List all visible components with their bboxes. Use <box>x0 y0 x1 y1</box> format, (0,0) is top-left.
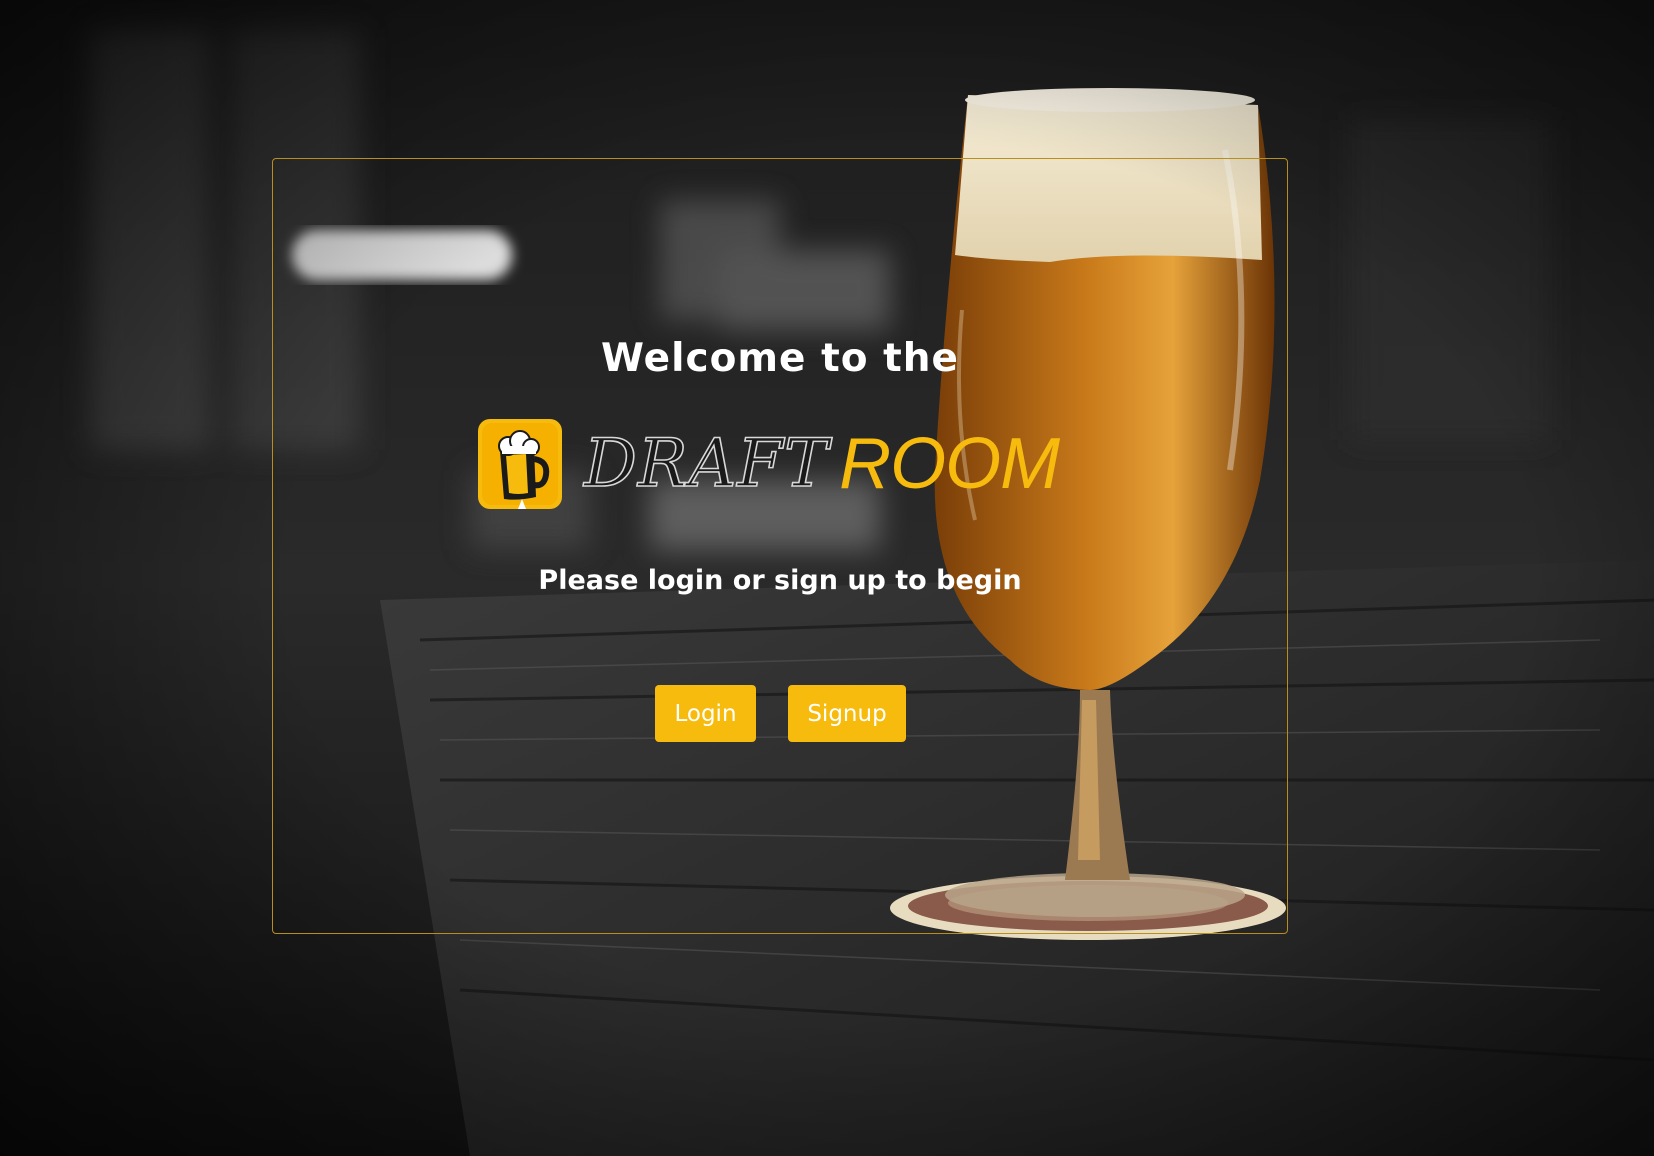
draftroom-logo: DRAFT ROOM <box>478 418 1060 510</box>
welcome-heading: Welcome to the <box>601 336 959 381</box>
signup-button[interactable]: Signup <box>788 685 906 742</box>
login-prompt: Please login or sign up to begin <box>538 565 1022 596</box>
logo-word-room: ROOM <box>839 424 1060 504</box>
login-button[interactable]: Login <box>655 685 756 742</box>
beer-mug-icon <box>478 419 562 509</box>
logo-word-draft: DRAFT <box>583 425 830 502</box>
landing-page: Welcome to the DRAFT ROOM Please login o… <box>0 0 1654 1156</box>
welcome-card <box>272 158 1288 934</box>
